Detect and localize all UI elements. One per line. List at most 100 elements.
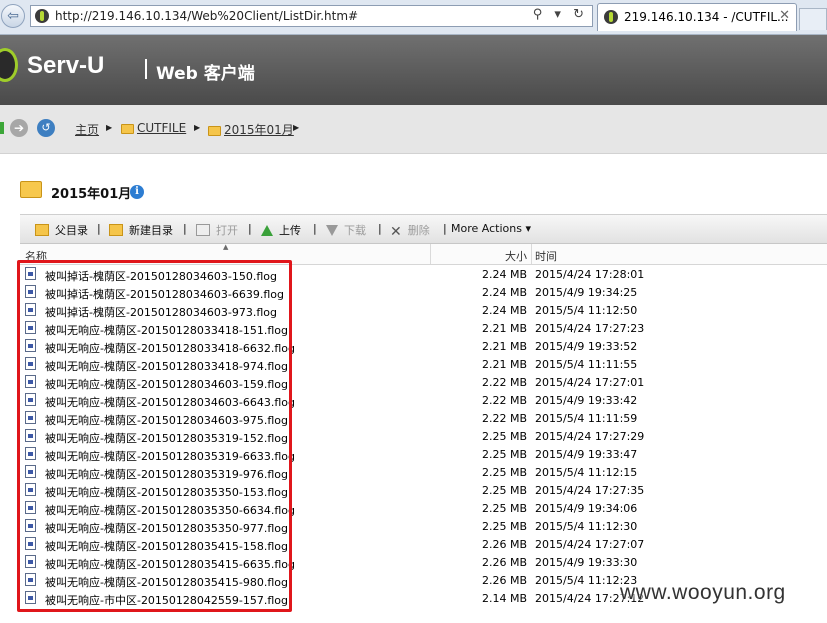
file-time: 2015/5/4 11:11:59: [535, 412, 638, 425]
delete-x-icon: ✕: [390, 224, 402, 240]
file-size: 2.21 MB: [481, 358, 527, 371]
address-bar-buttons[interactable]: ⚲ ▾ ↻: [533, 7, 588, 22]
open-icon: [196, 224, 210, 236]
new-folder-icon: [109, 224, 123, 236]
toolbar-separator: |: [183, 222, 187, 235]
file-size: 2.24 MB: [481, 268, 527, 281]
breadcrumb-bar: ➔ ↺ 主页 ▶ CUTFILE ▶ 2015年01月 ▶: [0, 105, 827, 154]
file-time: 2015/4/24 17:27:35: [535, 484, 645, 497]
toolbar-separator: |: [97, 222, 101, 235]
back-nav-icon[interactable]: [0, 122, 4, 134]
current-folder-icon: [20, 181, 42, 198]
file-size: 2.24 MB: [481, 286, 527, 299]
open-label: 打开: [216, 224, 238, 237]
file-time: 2015/4/9 19:34:06: [535, 502, 638, 515]
header-divider: [145, 59, 147, 79]
column-divider[interactable]: [430, 244, 431, 264]
upload-label: 上传: [279, 224, 301, 237]
browser-toolbar: ⇦ http://219.146.10.134/Web%20Client/Lis…: [0, 0, 827, 35]
file-size: 2.26 MB: [481, 574, 527, 587]
breadcrumb-cutfile-label: CUTFILE: [137, 121, 187, 135]
folder-icon: [121, 123, 134, 134]
breadcrumb-month-label: 2015年01月: [224, 123, 294, 137]
upload-button[interactable]: 上传: [261, 222, 301, 238]
info-icon[interactable]: i: [130, 185, 144, 199]
breadcrumb-home[interactable]: 主页: [75, 121, 99, 138]
download-label: 下载: [344, 224, 366, 237]
breadcrumb-cutfile[interactable]: CUTFILE: [121, 121, 186, 135]
file-size: 2.25 MB: [481, 448, 527, 461]
column-header-time[interactable]: 时间: [535, 248, 557, 264]
highlight-annotation: [17, 260, 292, 612]
new-dir-button[interactable]: 新建目录: [109, 222, 173, 238]
file-size: 2.25 MB: [481, 430, 527, 443]
logo-text: Serv-U: [27, 52, 105, 79]
breadcrumb-separator-icon: ▶: [194, 123, 201, 132]
chevron-down-icon: ▾: [525, 222, 531, 235]
breadcrumb-separator-icon: ▶: [106, 123, 113, 132]
file-size: 2.22 MB: [481, 376, 527, 389]
url-text[interactable]: http://219.146.10.134/Web%20Client/ListD…: [55, 9, 358, 23]
file-time: 2015/4/9 19:33:30: [535, 556, 638, 569]
back-arrow-icon[interactable]: ⇦: [1, 4, 25, 28]
breadcrumb-month[interactable]: 2015年01月: [208, 121, 294, 138]
file-toolbar: 父目录 | 新建目录 | 打开 | 上传 | 下载 | ✕ 删除 | More A…: [20, 214, 827, 244]
column-header-size[interactable]: 大小: [505, 248, 527, 264]
file-time: 2015/4/9 19:34:25: [535, 286, 638, 299]
open-button[interactable]: 打开: [196, 222, 238, 238]
file-time: 2015/4/24 17:27:01: [535, 376, 645, 389]
tab-close-icon[interactable]: ✕: [779, 8, 790, 23]
history-icon[interactable]: ↺: [37, 119, 55, 137]
file-time: 2015/4/9 19:33:42: [535, 394, 638, 407]
delete-label: 删除: [407, 224, 430, 237]
file-size: 2.26 MB: [481, 556, 527, 569]
file-time: 2015/4/24 17:28:01: [535, 268, 645, 281]
file-time: 2015/4/24 17:27:23: [535, 322, 645, 335]
column-divider[interactable]: [531, 244, 532, 264]
more-actions-button[interactable]: More Actions ▾: [451, 222, 531, 235]
file-size: 2.25 MB: [481, 502, 527, 515]
file-time: 2015/5/4 11:12:50: [535, 304, 638, 317]
toolbar-separator: |: [248, 222, 252, 235]
upload-arrow-icon: [261, 225, 273, 236]
parent-dir-label: 父目录: [55, 224, 88, 237]
download-arrow-icon: [326, 225, 338, 236]
file-time: 2015/5/4 11:12:15: [535, 466, 638, 479]
file-size: 2.22 MB: [481, 394, 527, 407]
browser-tab[interactable]: 219.146.10.134 - /CUTFIL... ✕: [597, 3, 797, 31]
folder-icon: [208, 125, 221, 136]
sort-asc-icon: ▲: [223, 243, 229, 251]
more-actions-label: More Actions: [451, 222, 522, 235]
file-time: 2015/4/24 17:27:07: [535, 538, 645, 551]
parent-dir-button[interactable]: 父目录: [35, 222, 88, 238]
app-title: Web 客户端: [156, 64, 255, 84]
toolbar-separator: |: [313, 222, 317, 235]
new-tab-button[interactable]: [799, 8, 827, 30]
tab-favicon-icon: [604, 10, 618, 24]
delete-button[interactable]: ✕ 删除: [390, 222, 430, 240]
watermark-text: www.wooyun.org: [620, 581, 786, 604]
download-button[interactable]: 下载: [326, 222, 366, 238]
tab-title: 219.146.10.134 - /CUTFIL...: [624, 10, 789, 24]
address-bar[interactable]: http://219.146.10.134/Web%20Client/ListD…: [30, 5, 593, 27]
forward-nav-icon[interactable]: ➔: [10, 119, 28, 137]
site-favicon-icon: [35, 9, 49, 23]
file-size: 2.26 MB: [481, 538, 527, 551]
file-size: 2.21 MB: [481, 322, 527, 335]
file-time: 2015/4/9 19:33:52: [535, 340, 638, 353]
file-size: 2.25 MB: [481, 520, 527, 533]
parent-folder-icon: [35, 224, 49, 236]
file-size: 2.14 MB: [481, 592, 527, 605]
file-size: 2.25 MB: [481, 484, 527, 497]
file-size: 2.24 MB: [481, 304, 527, 317]
file-time: 2015/5/4 11:12:30: [535, 520, 638, 533]
serv-u-logo-icon: [0, 48, 18, 82]
file-size: 2.25 MB: [481, 466, 527, 479]
file-time: 2015/4/24 17:27:29: [535, 430, 645, 443]
toolbar-separator: |: [443, 222, 447, 235]
app-header: Serv-U Web 客户端: [0, 35, 827, 105]
new-dir-label: 新建目录: [129, 224, 173, 237]
toolbar-separator: |: [378, 222, 382, 235]
file-time: 2015/4/9 19:33:47: [535, 448, 638, 461]
file-size: 2.21 MB: [481, 340, 527, 353]
